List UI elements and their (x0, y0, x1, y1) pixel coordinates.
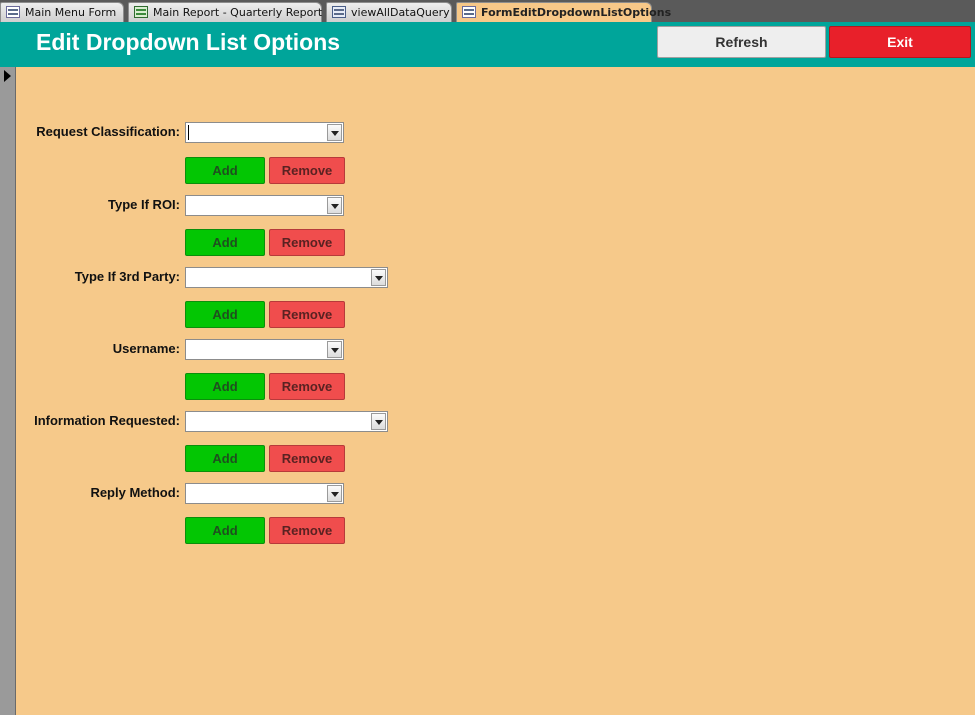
request-classification-dropdown[interactable] (185, 122, 344, 143)
page-title: Edit Dropdown List Options (36, 29, 341, 55)
reply-method-add-button[interactable]: Add (185, 517, 265, 544)
form-icon (6, 6, 20, 18)
query-icon (332, 6, 346, 18)
type-if-3rd-party-label: Type If 3rd Party: (74, 269, 180, 284)
text-caret (188, 125, 189, 140)
reply-method-dropdown[interactable] (185, 483, 344, 504)
reply-method-label: Reply Method: (90, 485, 180, 500)
type-if-roi-remove-button[interactable]: Remove (269, 229, 345, 256)
type-if-3rd-party-dropdown[interactable] (185, 267, 388, 288)
chevron-down-icon[interactable] (327, 485, 342, 502)
tab-main-menu-form[interactable]: Main Menu Form (0, 2, 124, 22)
type-if-roi-add-button[interactable]: Add (185, 229, 265, 256)
tab-view-all-data-query[interactable]: viewAllDataQuery (326, 2, 452, 22)
chevron-down-icon[interactable] (327, 124, 342, 141)
reply-method-remove-button[interactable]: Remove (269, 517, 345, 544)
request-classification-remove-button[interactable]: Remove (269, 157, 345, 184)
tab-label: Main Report - Quarterly Report (153, 6, 323, 19)
type-if-3rd-party-remove-button[interactable]: Remove (269, 301, 345, 328)
type-if-3rd-party-add-button[interactable]: Add (185, 301, 265, 328)
tab-label: FormEditDropdownListOptions (481, 6, 672, 19)
type-if-roi-label: Type If ROI: (108, 197, 180, 212)
record-selector[interactable] (0, 67, 16, 715)
username-dropdown[interactable] (185, 339, 344, 360)
chevron-down-icon[interactable] (371, 413, 386, 430)
tab-label: Main Menu Form (25, 6, 117, 19)
refresh-button[interactable]: Refresh (657, 26, 826, 58)
username-label: Username: (112, 341, 180, 356)
information-requested-remove-button[interactable]: Remove (269, 445, 345, 472)
tab-label: viewAllDataQuery (351, 6, 450, 19)
username-add-button[interactable]: Add (185, 373, 265, 400)
information-requested-label: Information Requested: (34, 413, 180, 428)
chevron-down-icon[interactable] (371, 269, 386, 286)
chevron-down-icon[interactable] (327, 197, 342, 214)
exit-button[interactable]: Exit (829, 26, 971, 58)
username-remove-button[interactable]: Remove (269, 373, 345, 400)
request-classification-label: Request Classification: (36, 124, 180, 139)
request-classification-add-button[interactable]: Add (185, 157, 265, 184)
form-header: Edit Dropdown List Options Refresh Exit (0, 22, 975, 67)
type-if-roi-dropdown[interactable] (185, 195, 344, 216)
form-icon (462, 6, 476, 18)
record-pointer-icon (4, 70, 11, 82)
document-tab-bar: Main Menu Form Main Report - Quarterly R… (0, 0, 975, 22)
information-requested-dropdown[interactable] (185, 411, 388, 432)
tab-form-edit-dropdown-list-options[interactable]: FormEditDropdownListOptions (456, 2, 671, 22)
report-icon (134, 6, 148, 18)
tab-main-report-quarterly-report[interactable]: Main Report - Quarterly Report (128, 2, 322, 22)
information-requested-add-button[interactable]: Add (185, 445, 265, 472)
chevron-down-icon[interactable] (327, 341, 342, 358)
